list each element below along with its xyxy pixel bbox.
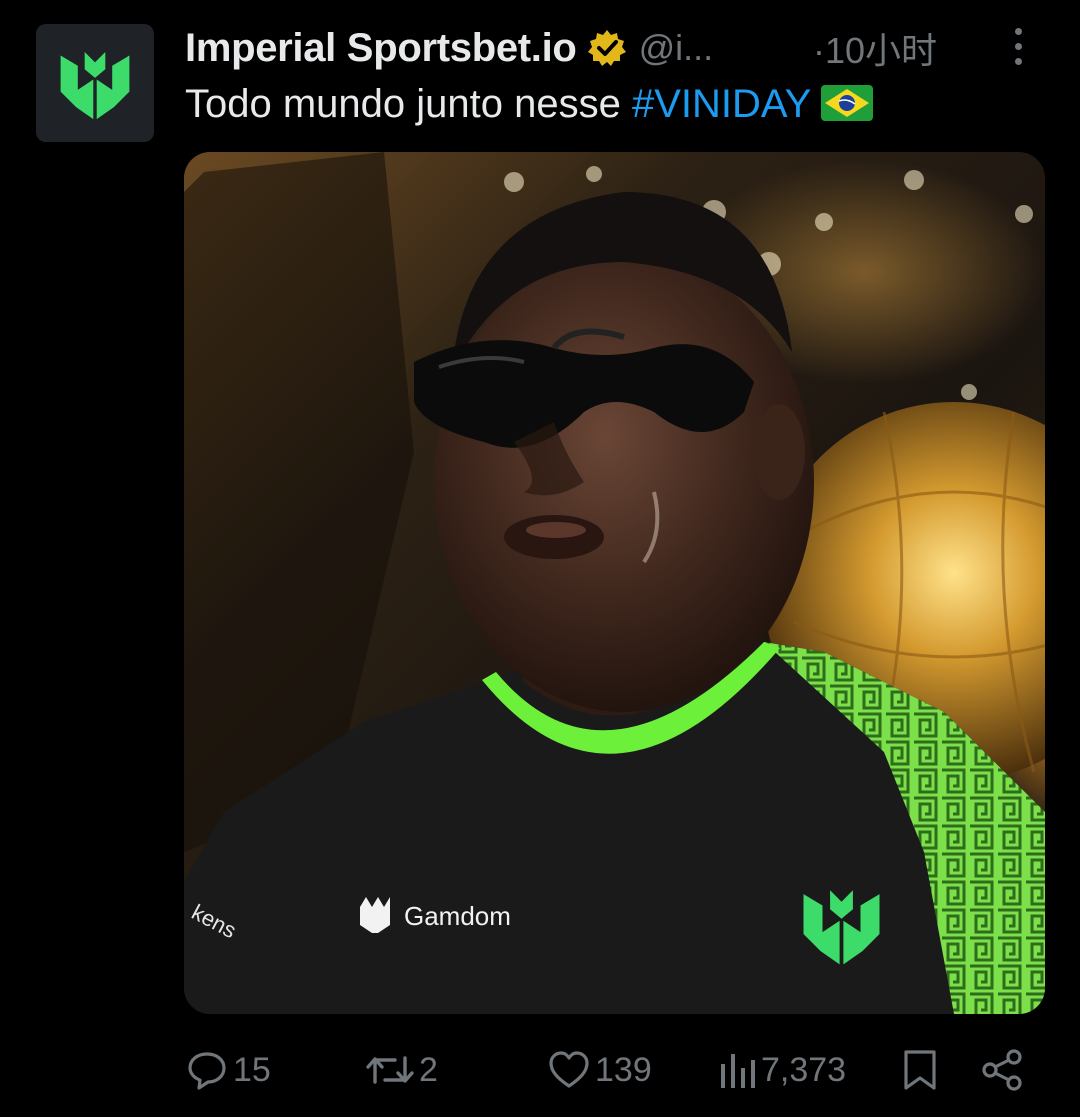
handle[interactable]: @i... — [639, 27, 714, 69]
player-head — [434, 252, 814, 712]
imperial-logo-icon — [60, 52, 130, 120]
view-count: 7,373 — [761, 1050, 847, 1089]
sponsor-text: Gamdom — [404, 901, 511, 931]
bookmark-button[interactable] — [900, 1042, 940, 1098]
tweet[interactable]: Imperial Sportsbet.io @i... ·10小时 Todo m… — [0, 0, 1080, 1117]
tweet-body: Todo mundo junto nesse — [185, 82, 632, 126]
heart-icon — [549, 1051, 589, 1088]
share-button[interactable] — [980, 1042, 1024, 1098]
tweet-text: Todo mundo junto nesse #VINIDAY — [185, 82, 874, 131]
bookmark-icon — [904, 1050, 936, 1090]
like-count: 139 — [595, 1050, 652, 1089]
verified-badge-icon — [587, 28, 627, 68]
hashtag-link[interactable]: #VINIDAY — [632, 82, 811, 126]
retweet-count: 2 — [419, 1050, 438, 1089]
brazil-flag-icon — [821, 85, 874, 131]
player-photo: Gamdom kens — [184, 152, 1045, 1014]
timestamp[interactable]: ·10小时 — [813, 22, 937, 74]
reply-button[interactable]: 15 — [185, 1042, 271, 1098]
avatar[interactable] — [36, 24, 154, 142]
tweet-image[interactable]: Gamdom kens — [184, 152, 1045, 1014]
views-button[interactable]: 7,373 — [717, 1042, 846, 1098]
share-icon — [982, 1049, 1022, 1091]
retweet-button[interactable]: 2 — [365, 1042, 438, 1098]
analytics-icon — [721, 1054, 755, 1088]
reply-count: 15 — [233, 1050, 271, 1089]
tweet-header: Imperial Sportsbet.io @i... ·10小时 — [185, 22, 1060, 74]
tweet-actions: 15 2 139 7,373 — [185, 1042, 1045, 1098]
reply-icon — [188, 1052, 226, 1090]
like-button[interactable]: 139 — [547, 1042, 652, 1098]
more-options-icon[interactable] — [1015, 28, 1022, 65]
retweet-icon — [366, 1056, 414, 1084]
display-name[interactable]: Imperial Sportsbet.io — [185, 26, 577, 71]
